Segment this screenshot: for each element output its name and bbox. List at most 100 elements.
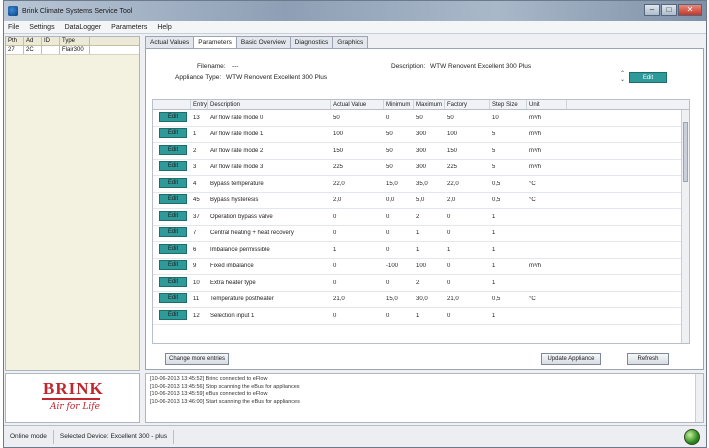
table-row[interactable]: Edit 6 Imbalance permissible 1 0 1 1 1 — [153, 242, 689, 259]
cell-min: 15,0 — [386, 296, 398, 303]
edit-row-button[interactable]: Edit — [159, 161, 187, 172]
cell-desc: Air flow rate mode 2 — [210, 147, 264, 154]
appliance-type-value: WTW Renovent Excellent 300 Plus — [226, 74, 328, 81]
connection-status-icon — [684, 429, 700, 445]
event-log[interactable]: [10-06-2013 13:45:52] Brinc connected to… — [145, 373, 704, 423]
cell-desc: Extra heater type — [210, 279, 256, 286]
table-row[interactable]: Edit 11 Temperature postheater 21,0 15,0 30,0… — [153, 292, 689, 308]
edit-row-button[interactable]: Edit — [159, 177, 187, 188]
log-line: [10-06-2013 13:45:52] Brinc connected to… — [150, 376, 268, 382]
action-cell: Edit — [153, 194, 191, 206]
col-ad[interactable]: Ad — [24, 37, 42, 45]
cell-min: -100 — [386, 263, 399, 270]
menu-parameters[interactable]: Parameters — [111, 24, 147, 31]
refresh-button[interactable]: Refresh — [627, 353, 669, 365]
edit-description-button[interactable]: Edit — [629, 72, 667, 83]
title-bar[interactable]: Brink Climate Systems Service Tool – □ ✕ — [4, 1, 706, 21]
update-appliance-button[interactable]: Update Appliance — [541, 353, 601, 365]
cell-entry: 45 — [193, 197, 200, 204]
edit-row-button[interactable]: Edit — [159, 243, 187, 254]
table-row[interactable]: Edit 37 Operation bypass valve 0 0 2 0 1 — [153, 209, 689, 226]
action-cell: Edit — [153, 243, 191, 256]
device-row[interactable]: 27 2C Flair300 — [6, 46, 139, 55]
table-row[interactable]: Edit 45 Bypass hysteresis 2,0 0,0 5,0 2,0 0,5 °C — [153, 193, 689, 209]
col-minimum[interactable]: Minimum — [384, 100, 414, 109]
table-row[interactable]: Edit 7 Central heating + heat recovery 0 0 1 0… — [153, 226, 689, 242]
edit-row-button[interactable]: Edit — [159, 309, 187, 320]
tab-diagnostics[interactable]: Diagnostics — [289, 36, 334, 48]
table-scrollbar[interactable] — [681, 110, 689, 343]
menu-help[interactable]: Help — [157, 24, 171, 31]
edit-row-button[interactable]: Edit — [159, 227, 187, 238]
cell-max: 5,0 — [416, 197, 425, 204]
maximize-button[interactable]: □ — [661, 4, 677, 16]
cell-desc: Air flow rate mode 1 — [210, 131, 264, 138]
menu-settings[interactable]: Settings — [29, 24, 54, 31]
tab-graphics[interactable]: Graphics — [332, 36, 369, 48]
table-header: Entry Description Actual Value Minimum M… — [153, 100, 689, 110]
col-entry[interactable]: Entry — [191, 100, 208, 109]
edit-row-button[interactable]: Edit — [159, 260, 187, 271]
table-row[interactable]: Edit 12 Selection input 1 0 0 1 0 1 — [153, 308, 689, 325]
minimize-button[interactable]: – — [644, 4, 660, 16]
edit-row-button[interactable]: Edit — [159, 293, 187, 304]
cell-max: 300 — [416, 147, 427, 154]
action-cell: Edit — [153, 177, 191, 190]
cell-max: 100 — [416, 263, 427, 270]
cell-entry: 10 — [193, 279, 200, 286]
col-action[interactable] — [153, 100, 191, 109]
tab-basic-overview[interactable]: Basic Overview — [235, 36, 291, 48]
log-scrollbar[interactable] — [695, 374, 703, 422]
cell-fac: 150 — [447, 147, 458, 154]
edit-row-button[interactable]: Edit — [159, 111, 187, 122]
menu-datalogger[interactable]: DataLogger — [65, 24, 102, 31]
table-row[interactable]: Edit 3 Air flow rate mode 3 225 50 300 225 5 m³/… — [153, 160, 689, 176]
menu-file[interactable]: File — [8, 24, 19, 31]
change-entries-button[interactable]: Change more entries — [165, 353, 229, 365]
cell-unit: °C — [529, 296, 536, 303]
edit-row-button[interactable]: Edit — [159, 210, 187, 221]
cell-step: 1 — [492, 230, 496, 237]
col-actual[interactable]: Actual Value — [331, 100, 384, 109]
scrollbar-thumb[interactable] — [683, 122, 688, 182]
cell-entry: 12 — [193, 312, 200, 319]
action-cell: Edit — [153, 309, 191, 322]
table-row[interactable]: Edit 2 Air flow rate mode 2 150 50 300 150 5 m³/… — [153, 143, 689, 160]
cell-act: 100 — [333, 131, 344, 138]
col-type[interactable]: Type — [60, 37, 90, 45]
cell-fac: 0 — [447, 312, 451, 319]
col-step[interactable]: Step Size — [490, 100, 527, 109]
cell-entry: 6 — [193, 246, 197, 253]
filename-label: Filename: — [197, 63, 226, 70]
edit-row-button[interactable]: Edit — [159, 194, 187, 205]
table-row[interactable]: Edit 1 Air flow rate mode 1 100 50 300 100 5 m³/… — [153, 127, 689, 143]
selected-device: Selected Device: Excellent 300 - plus — [54, 429, 175, 444]
table-row[interactable]: Edit 13 Air flow rate mode 0 50 0 50 50 10 m³/h — [153, 110, 689, 127]
cell-entry: 11 — [193, 296, 200, 303]
table-row[interactable]: Edit 9 Fixed imbalance 0 -100 100 0 1 m³/h — [153, 259, 689, 275]
cell-act: 0 — [333, 312, 337, 319]
edit-row-button[interactable]: Edit — [159, 128, 187, 139]
cell-min: 0 — [386, 114, 390, 121]
app-icon — [8, 6, 18, 16]
close-button[interactable]: ✕ — [678, 4, 702, 16]
action-cell: Edit — [153, 144, 191, 157]
logo-underline — [42, 398, 100, 400]
cell-min: 50 — [386, 147, 393, 154]
col-maximum[interactable]: Maximum — [414, 100, 445, 109]
table-row[interactable]: Edit 4 Bypass temperature 22,0 15,0 35,0 22,0 0… — [153, 176, 689, 193]
description-spinner[interactable]: ⌃ ⌄ — [620, 71, 625, 83]
col-description[interactable]: Description — [208, 100, 331, 109]
col-id[interactable]: ID — [42, 37, 60, 45]
col-factory[interactable]: Factory — [445, 100, 490, 109]
cell-desc: Selection input 1 — [210, 312, 255, 319]
cell-desc: Imbalance permissible — [210, 246, 270, 253]
table-row[interactable]: Edit 10 Extra heater type 0 0 2 0 1 — [153, 275, 689, 292]
col-pth[interactable]: Pth — [6, 37, 24, 45]
edit-row-button[interactable]: Edit — [159, 144, 187, 155]
col-unit[interactable]: Unit — [527, 100, 567, 109]
description-value: WTW Renovent Excellent 300 Plus — [430, 63, 532, 70]
tab-actual-values[interactable]: Actual Values — [145, 36, 195, 48]
cell-min: 0 — [386, 312, 390, 319]
edit-row-button[interactable]: Edit — [159, 276, 187, 287]
